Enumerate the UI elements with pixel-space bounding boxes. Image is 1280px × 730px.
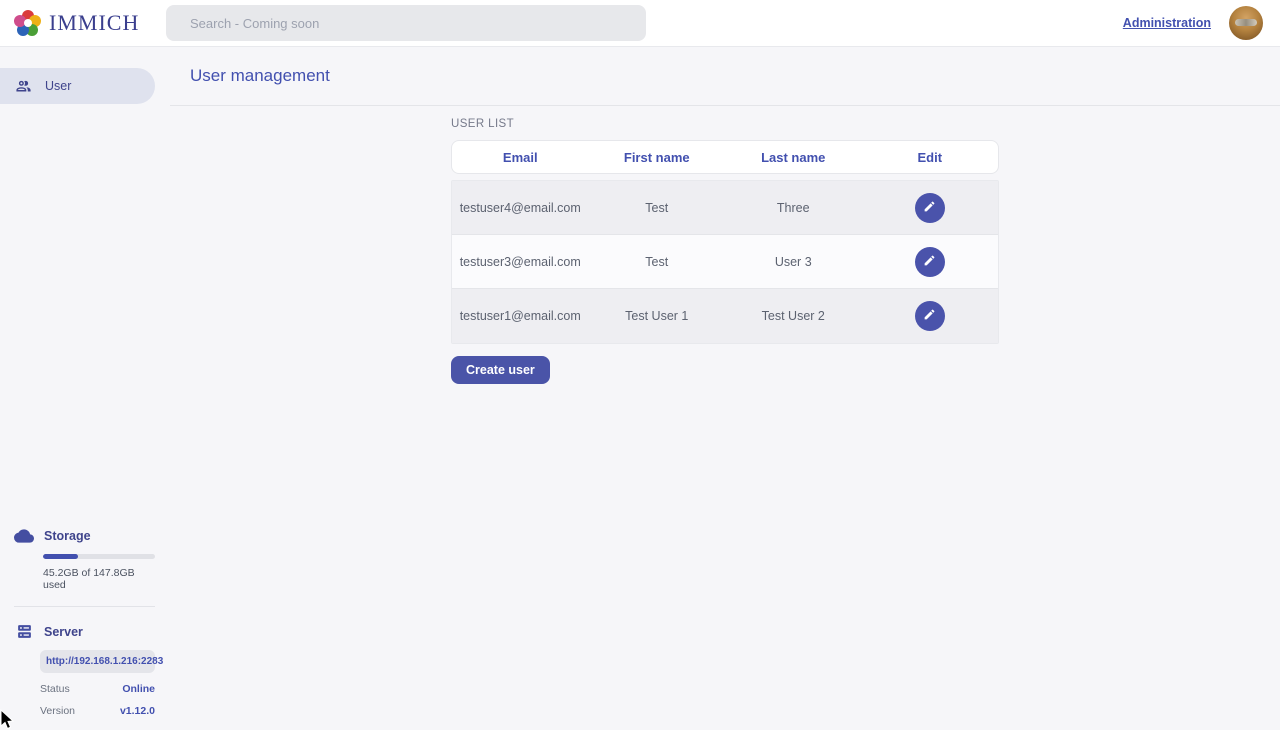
edit-user-button[interactable] (915, 301, 945, 331)
cell-email: testuser1@email.com (452, 309, 589, 323)
table-row: testuser1@email.com Test User 1 Test Use… (452, 289, 998, 343)
cell-first-name: Test (589, 201, 726, 215)
immich-logo: IMMICH (0, 10, 166, 37)
immich-flower-icon (14, 10, 41, 37)
server-status-label: Status (40, 683, 70, 695)
pencil-icon (923, 254, 936, 270)
edit-user-button[interactable] (915, 193, 945, 223)
pencil-icon (923, 308, 936, 324)
cell-last-name: User 3 (725, 255, 862, 269)
page-title: User management (190, 66, 330, 86)
sidebar: User Storage 45.2GB of 147.8GB used (0, 47, 170, 730)
users-icon (15, 78, 32, 95)
create-user-button[interactable]: Create user (451, 356, 550, 384)
search-input[interactable] (166, 5, 646, 41)
server-title: Server (44, 625, 83, 639)
user-table-body: testuser4@email.com Test Three testuser3… (451, 180, 999, 344)
administration-link[interactable]: Administration (1123, 16, 1211, 30)
sidebar-item-label: User (45, 79, 71, 93)
storage-progress-fill (43, 554, 78, 559)
column-header-edit: Edit (862, 150, 999, 165)
server-version-value: v1.12.0 (120, 705, 155, 717)
server-icon (14, 623, 34, 640)
sidebar-divider (14, 606, 155, 607)
title-bar: User management (170, 47, 1280, 106)
server-version-label: Version (40, 705, 75, 717)
cell-first-name: Test (589, 255, 726, 269)
column-header-first-name: First name (589, 150, 726, 165)
server-status-value: Online (122, 683, 155, 695)
server-url-badge: http://192.168.1.216:2283 (40, 650, 155, 673)
edit-user-button[interactable] (915, 247, 945, 277)
storage-title: Storage (44, 529, 91, 543)
table-row: testuser4@email.com Test Three (452, 181, 998, 235)
cloud-icon (14, 526, 34, 546)
top-bar: IMMICH Administration (0, 0, 1280, 47)
pencil-icon (923, 200, 936, 216)
storage-usage-text: 45.2GB of 147.8GB used (43, 567, 156, 591)
user-table-header: Email First name Last name Edit (451, 140, 999, 174)
cell-first-name: Test User 1 (589, 309, 726, 323)
cell-email: testuser3@email.com (452, 255, 589, 269)
brand-text: IMMICH (49, 10, 139, 36)
column-header-email: Email (452, 150, 589, 165)
avatar[interactable] (1229, 6, 1263, 40)
cell-last-name: Test User 2 (725, 309, 862, 323)
user-list-label: USER LIST (451, 118, 999, 130)
sidebar-status-panel: Storage 45.2GB of 147.8GB used (0, 526, 156, 730)
column-header-last-name: Last name (725, 150, 862, 165)
sidebar-item-user[interactable]: User (0, 68, 155, 104)
storage-progress-bar (43, 554, 155, 559)
cell-email: testuser4@email.com (452, 201, 589, 215)
main-content: User management USER LIST Email First na… (170, 47, 1280, 730)
table-row: testuser3@email.com Test User 3 (452, 235, 998, 289)
cell-last-name: Three (725, 201, 862, 215)
mouse-cursor (0, 709, 16, 730)
